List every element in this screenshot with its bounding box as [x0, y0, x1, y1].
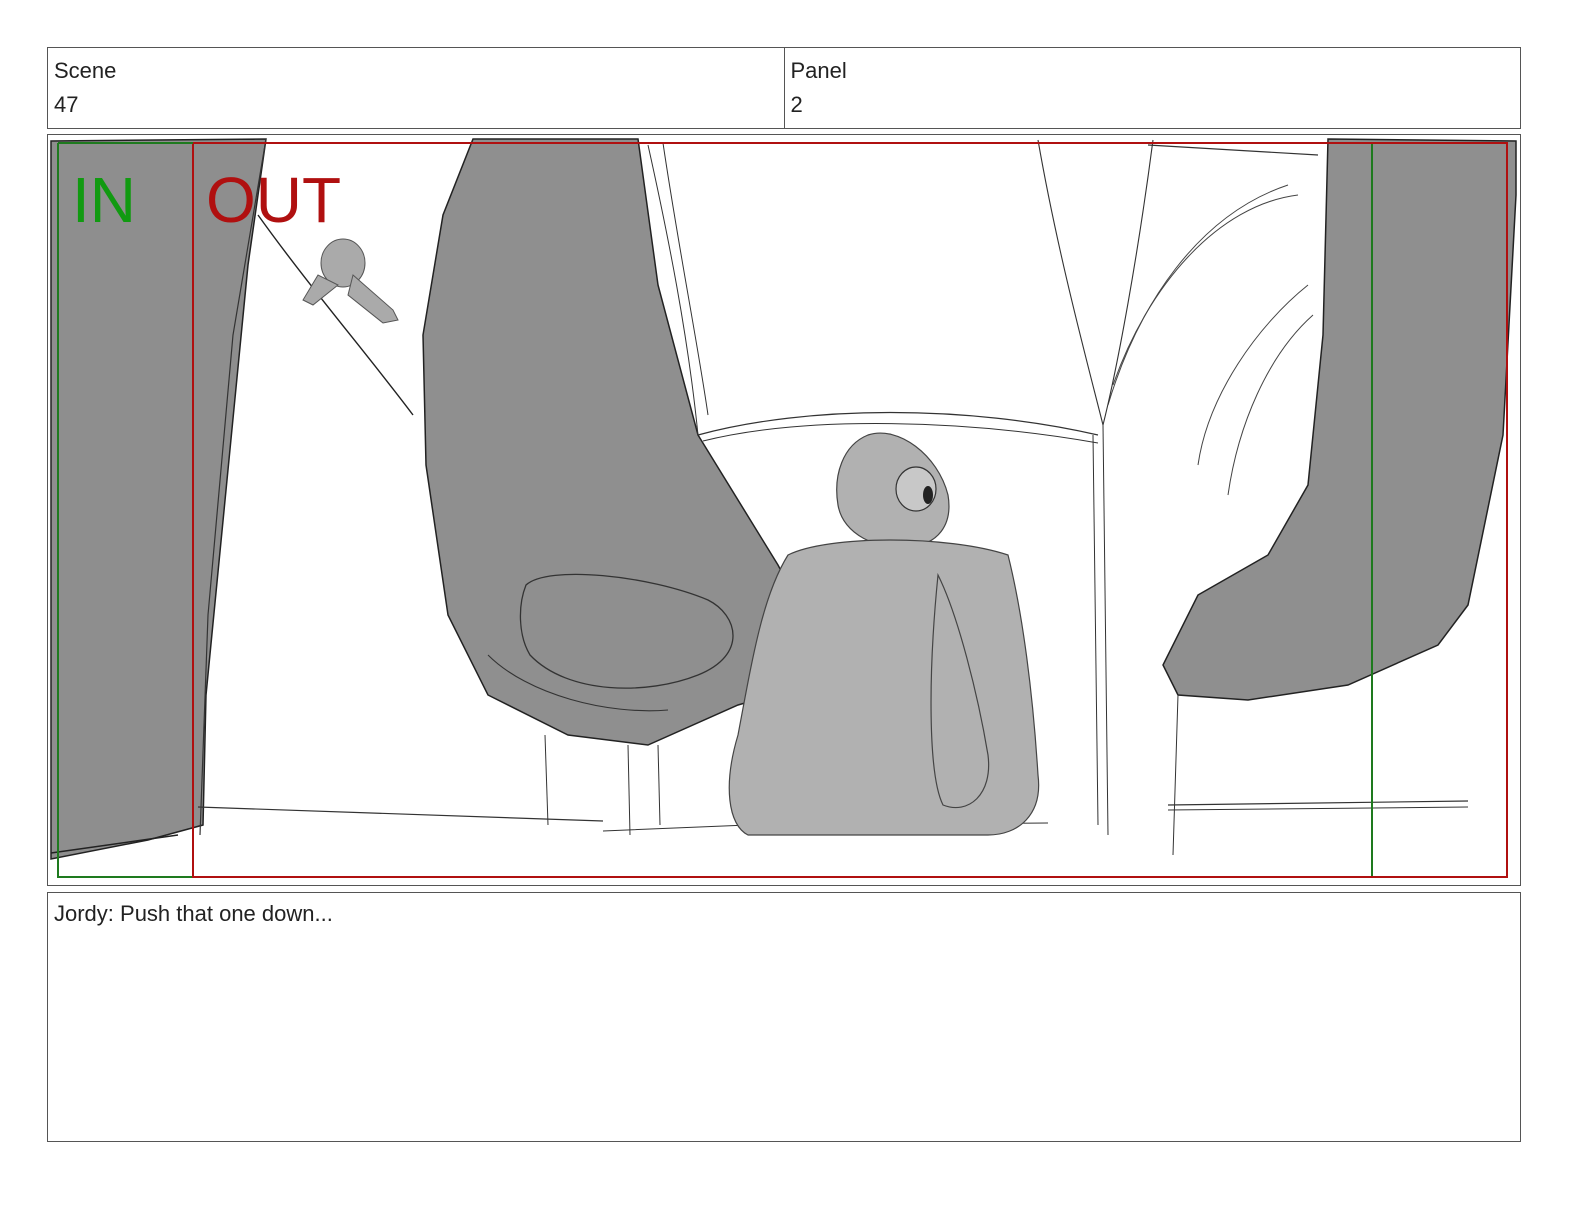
- panel-header: Scene 47 Panel 2: [47, 47, 1521, 129]
- storyboard-sketch: IN OUT: [50, 138, 1517, 878]
- main-character-sketch: [728, 432, 1040, 836]
- panel-cell: Panel 2: [783, 48, 1521, 128]
- out-label: OUT: [206, 164, 341, 236]
- panel-label: Panel: [790, 58, 847, 83]
- panel-number: 2: [790, 92, 803, 117]
- right-trunk: [1162, 138, 1517, 701]
- dialogue-text: Jordy: Push that one down...: [54, 901, 333, 926]
- storyboard-frame: IN OUT: [47, 134, 1521, 886]
- small-character-sketch: [302, 238, 399, 324]
- scene-cell: Scene 47: [48, 48, 784, 128]
- dialogue-box: Jordy: Push that one down...: [47, 892, 1521, 1142]
- scene-label: Scene: [54, 58, 117, 83]
- left-pillar: [50, 138, 267, 860]
- in-label: IN: [72, 164, 136, 236]
- scene-number: 47: [54, 92, 79, 117]
